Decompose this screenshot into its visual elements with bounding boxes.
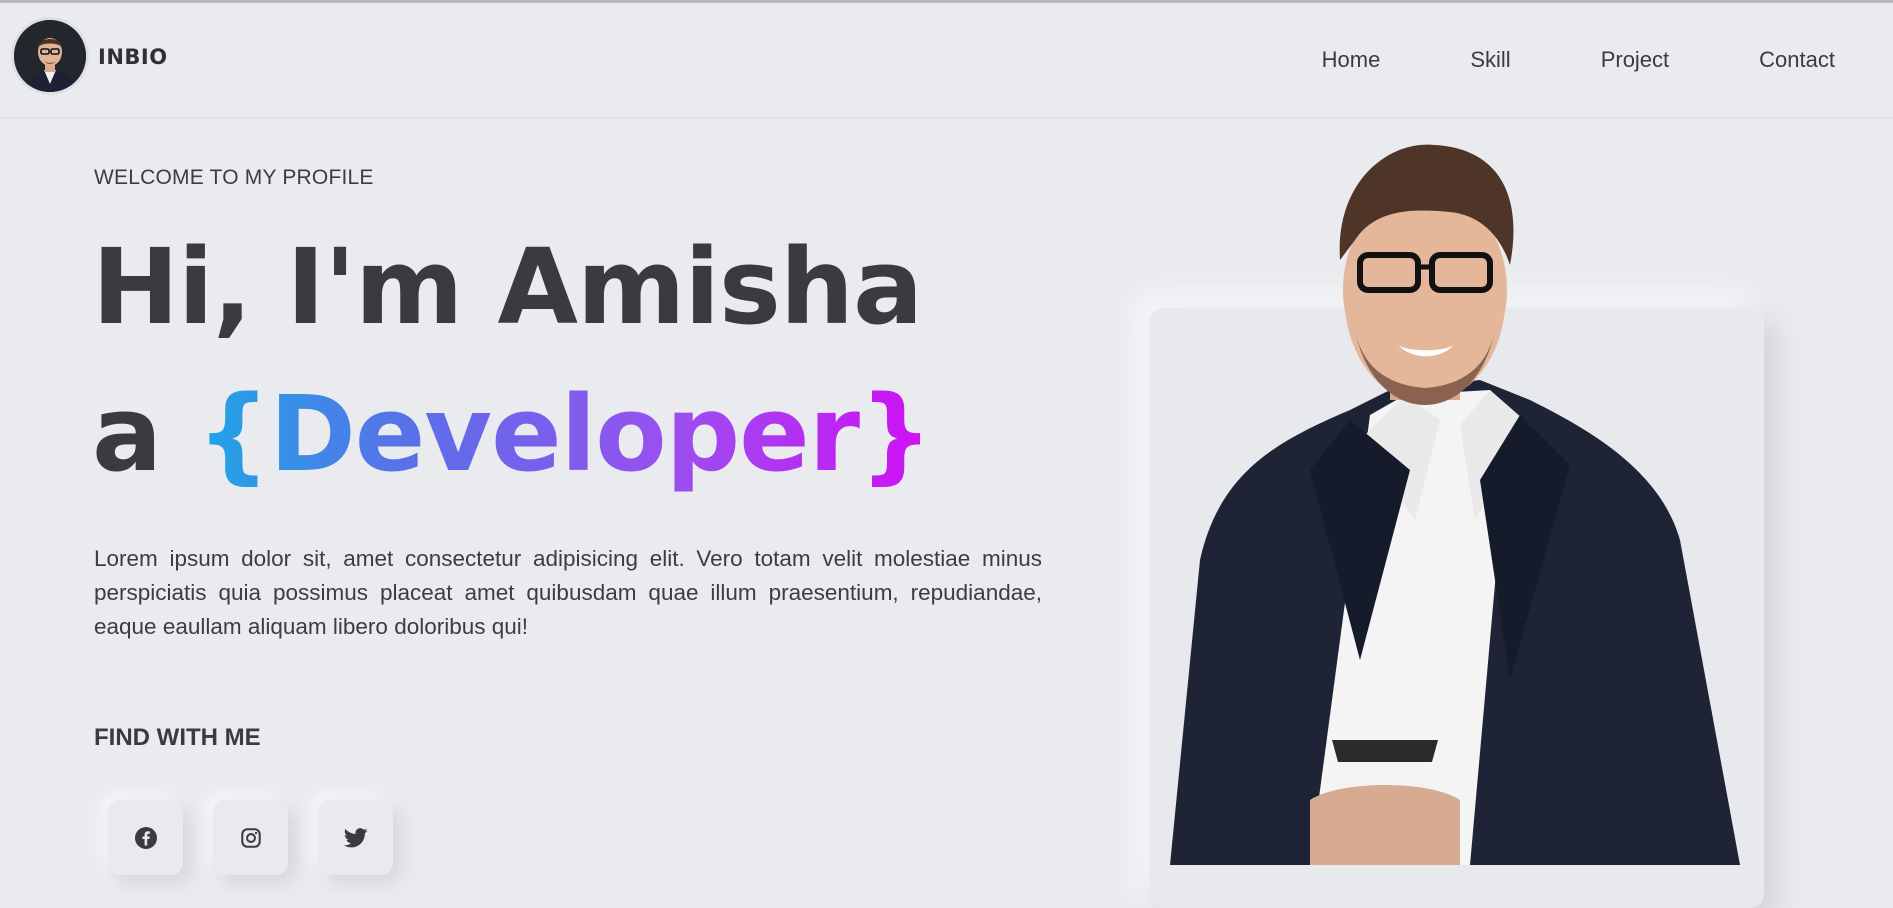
avatar[interactable] bbox=[14, 20, 86, 92]
nav-home[interactable]: Home bbox=[1322, 47, 1381, 73]
nav-contact[interactable]: Contact bbox=[1759, 47, 1835, 73]
nav-skill[interactable]: Skill bbox=[1470, 47, 1510, 73]
hero-heading-line1: Hi, I'm Amisha bbox=[92, 226, 923, 348]
nav-project[interactable]: Project bbox=[1601, 47, 1669, 73]
facebook-button[interactable] bbox=[108, 800, 183, 875]
twitter-icon bbox=[343, 827, 367, 847]
portrait-image bbox=[1170, 144, 1740, 865]
avatar-portrait-icon bbox=[14, 20, 86, 92]
hero-heading-prefix: a bbox=[92, 373, 162, 495]
main-nav: Home Skill Project Contact bbox=[1322, 47, 1835, 73]
hero-heading-line2: a {Developer} bbox=[92, 382, 933, 486]
brand-name[interactable]: INBIO bbox=[98, 45, 168, 69]
instagram-icon bbox=[240, 827, 261, 848]
instagram-button[interactable] bbox=[213, 800, 288, 875]
social-links bbox=[108, 800, 393, 875]
facebook-icon bbox=[134, 826, 157, 849]
twitter-button[interactable] bbox=[318, 800, 393, 875]
site-header: INBIO Home Skill Project Contact bbox=[0, 3, 1893, 118]
welcome-text: WELCOME TO MY PROFILE bbox=[94, 166, 374, 189]
hero-role: {Developer} bbox=[196, 373, 933, 495]
hero-description: Lorem ipsum dolor sit, amet consectetur … bbox=[94, 546, 1042, 639]
find-with-me-title: FIND WITH ME bbox=[94, 724, 261, 751]
